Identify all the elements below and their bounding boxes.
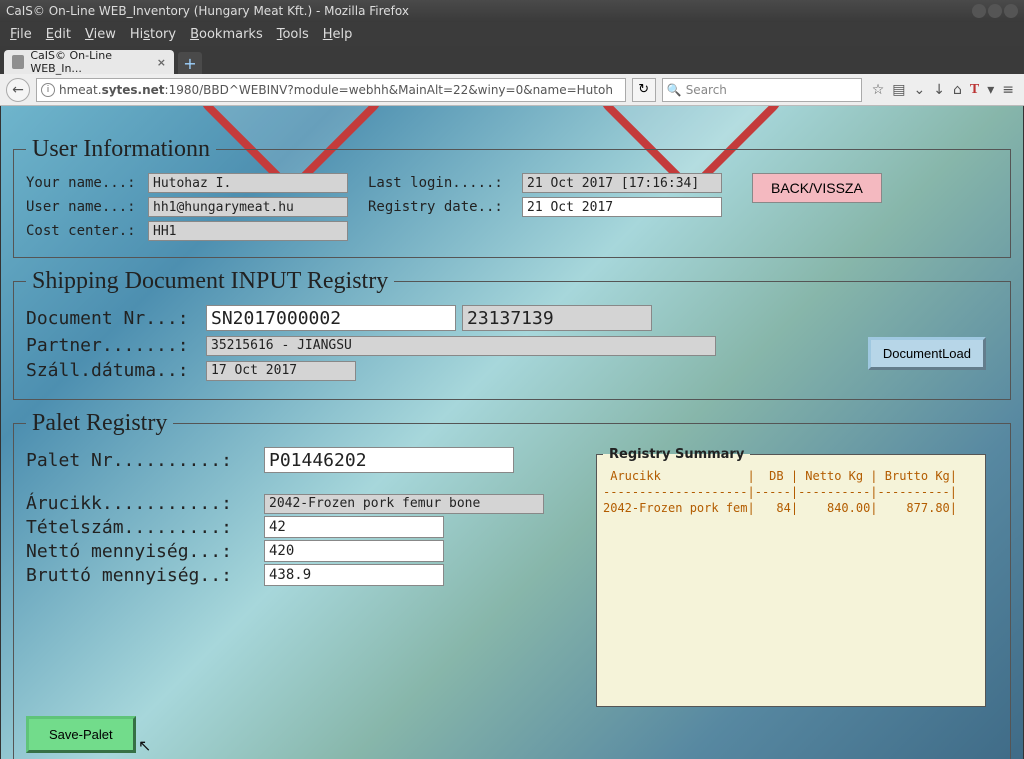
user-info-legend: User Informationn bbox=[26, 136, 216, 163]
pocket-icon[interactable]: ⌄ bbox=[914, 82, 926, 98]
url-text: hmeat.sytes.net:1980/BBD^WEBINV?module=w… bbox=[59, 83, 613, 97]
document-load-button[interactable]: DocumentLoad bbox=[868, 337, 986, 370]
summary-fieldset: Registry Summary Arucikk | DB | Netto Kg… bbox=[596, 447, 986, 707]
nav-toolbar: ← i hmeat.sytes.net:1980/BBD^WEBINV?modu… bbox=[0, 74, 1024, 106]
shipping-fieldset: Shipping Document INPUT Registry Documen… bbox=[13, 268, 1011, 400]
summary-legend: Registry Summary bbox=[603, 447, 750, 462]
library-icon[interactable]: ▤ bbox=[892, 82, 905, 98]
site-info-icon[interactable]: i bbox=[41, 83, 55, 97]
page-viewport: User Informationn Your name...: Hutohaz … bbox=[0, 106, 1024, 759]
palet-nr-label: Palet Nr..........: bbox=[26, 450, 264, 471]
user-info-fieldset: User Informationn Your name...: Hutohaz … bbox=[13, 136, 1011, 258]
summary-row: 2042-Frozen pork fem| 84| 840.00| 877.80… bbox=[603, 500, 979, 516]
menubar: File Edit View History Bookmarks Tools H… bbox=[0, 22, 1024, 46]
reload-button[interactable]: ↻ bbox=[632, 78, 656, 102]
your-name-field: Hutohaz I. bbox=[148, 173, 348, 193]
home-icon[interactable]: ⌂ bbox=[953, 82, 962, 98]
brutto-label: Bruttó mennyiség..: bbox=[26, 565, 264, 586]
brutto-input[interactable]: 438.9 bbox=[264, 564, 444, 586]
menu-file[interactable]: File bbox=[10, 27, 32, 42]
tab-close-icon[interactable]: × bbox=[157, 56, 166, 69]
tab-title: CaIS© On-Line WEB_In... bbox=[30, 49, 150, 75]
user-name-label: User name...: bbox=[26, 199, 144, 215]
window-buttons bbox=[972, 4, 1018, 18]
window-title: CaIS© On-Line WEB_Inventory (Hungary Mea… bbox=[6, 4, 409, 18]
menu-edit[interactable]: Edit bbox=[46, 27, 71, 42]
cost-center-field: HH1 bbox=[148, 221, 348, 241]
back-button[interactable]: BACK/VISSZA bbox=[752, 173, 882, 203]
partner-field: 35215616 - JIANGSU bbox=[206, 336, 716, 356]
bookmark-star-icon[interactable]: ☆ bbox=[872, 82, 885, 98]
palet-fieldset: Palet Registry Palet Nr..........: P0144… bbox=[13, 410, 1011, 759]
toolbar-icons: ☆ ▤ ⌄ ↓ ⌂ T ▾ ≡ bbox=[868, 82, 1018, 98]
shipping-legend: Shipping Document INPUT Registry bbox=[26, 268, 394, 295]
dropdown-icon[interactable]: ▾ bbox=[987, 82, 994, 98]
tetelszam-label: Tételszám.........: bbox=[26, 517, 264, 538]
window-titlebar: CaIS© On-Line WEB_Inventory (Hungary Mea… bbox=[0, 0, 1024, 22]
palet-nr-input[interactable]: P01446202 bbox=[264, 447, 514, 473]
palet-legend: Palet Registry bbox=[26, 410, 173, 437]
downloads-icon[interactable]: ↓ bbox=[933, 82, 945, 98]
url-input[interactable]: i hmeat.sytes.net:1980/BBD^WEBINV?module… bbox=[36, 78, 626, 102]
menu-bookmarks[interactable]: Bookmarks bbox=[190, 27, 263, 42]
your-name-label: Your name...: bbox=[26, 175, 144, 191]
menu-view[interactable]: View bbox=[85, 27, 116, 42]
doc-nr-input[interactable]: SN2017000002 bbox=[206, 305, 456, 331]
tab-strip: CaIS© On-Line WEB_In... × + bbox=[0, 46, 1024, 74]
user-name-field: hh1@hungarymeat.hu bbox=[148, 197, 348, 217]
close-icon[interactable] bbox=[1004, 4, 1018, 18]
tetelszam-input[interactable]: 42 bbox=[264, 516, 444, 538]
reg-date-field[interactable]: 21 Oct 2017 bbox=[522, 197, 722, 217]
minimize-icon[interactable] bbox=[972, 4, 986, 18]
tab-favicon-icon bbox=[12, 55, 24, 69]
summary-sep: --------------------|-----|----------|--… bbox=[603, 484, 979, 500]
ship-date-field: 17 Oct 2017 bbox=[206, 361, 356, 381]
new-tab-button[interactable]: + bbox=[178, 52, 202, 74]
save-palet-button[interactable]: Save-Palet bbox=[26, 716, 136, 753]
browser-tab[interactable]: CaIS© On-Line WEB_In... × bbox=[4, 50, 174, 74]
partner-label: Partner.......: bbox=[26, 335, 206, 356]
doc-nr2-field: 23137139 bbox=[462, 305, 652, 331]
maximize-icon[interactable] bbox=[988, 4, 1002, 18]
last-login-field: 21 Oct 2017 [17:16:34] bbox=[522, 173, 722, 193]
arucikk-field: 2042-Frozen pork femur bone bbox=[264, 494, 544, 514]
ship-date-label: Száll.dátuma..: bbox=[26, 360, 206, 381]
search-placeholder: Search bbox=[686, 83, 727, 97]
t-icon[interactable]: T bbox=[970, 82, 979, 98]
netto-label: Nettó mennyiség...: bbox=[26, 541, 264, 562]
menu-icon[interactable]: ≡ bbox=[1002, 82, 1014, 98]
search-icon: 🔍 bbox=[667, 83, 682, 97]
search-input[interactable]: 🔍 Search bbox=[662, 78, 862, 102]
netto-input[interactable]: 420 bbox=[264, 540, 444, 562]
menu-help[interactable]: Help bbox=[323, 27, 353, 42]
last-login-label: Last login.....: bbox=[368, 175, 518, 191]
menu-history[interactable]: History bbox=[130, 27, 176, 42]
arucikk-label: Árucikk...........: bbox=[26, 493, 264, 514]
menu-tools[interactable]: Tools bbox=[277, 27, 309, 42]
nav-back-button[interactable]: ← bbox=[6, 78, 30, 102]
doc-nr-label: Document Nr...: bbox=[26, 308, 206, 329]
summary-header: Arucikk | DB | Netto Kg | Brutto Kg| bbox=[603, 468, 979, 484]
cost-center-label: Cost center.: bbox=[26, 223, 144, 239]
reg-date-label: Registry date..: bbox=[368, 199, 518, 215]
mouse-cursor-icon: ↖ bbox=[138, 736, 151, 755]
